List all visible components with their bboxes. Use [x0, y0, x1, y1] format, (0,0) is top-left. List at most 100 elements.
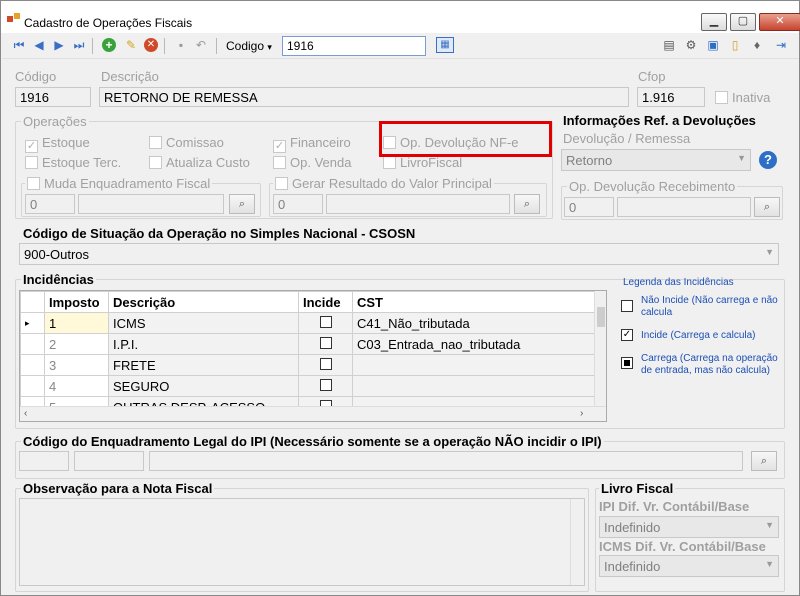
incide-cell[interactable]: [298, 333, 353, 355]
devolucao-remessa-select[interactable]: Retorno ▼: [561, 149, 751, 171]
tools-icon[interactable]: ⚙: [684, 38, 698, 52]
table-row[interactable]: 4 SEGURO: [20, 375, 595, 397]
save-icon[interactable]: ▪: [174, 38, 188, 52]
minimize-button[interactable]: ▁: [701, 13, 727, 31]
prev-record-icon[interactable]: ◀: [32, 38, 46, 52]
report-icon[interactable]: ▯: [728, 38, 742, 52]
toolbar-separator: [164, 38, 165, 54]
security-icon[interactable]: ♦: [750, 38, 764, 52]
edit-icon[interactable]: ✎: [124, 38, 138, 52]
cst-cell[interactable]: [352, 375, 595, 397]
print-icon[interactable]: ▤: [662, 38, 676, 52]
cfop-field[interactable]: 1.916: [637, 87, 705, 107]
imposto-cell[interactable]: 2: [44, 333, 109, 355]
gerar-resultado-code[interactable]: 0: [273, 194, 323, 214]
codigo-field[interactable]: 1916: [15, 87, 91, 107]
first-record-icon[interactable]: ⏮: [12, 38, 26, 52]
ipi-desc-field[interactable]: [149, 451, 743, 471]
nao-incide-swatch: [621, 300, 633, 312]
ipi-pick-button[interactable]: ⌕: [751, 451, 777, 471]
descricao-field[interactable]: RETORNO DE REMESSA: [99, 87, 629, 107]
row-selector[interactable]: [20, 375, 45, 397]
observacao-scrollbar[interactable]: [570, 499, 584, 585]
csosn-select[interactable]: 900-Outros ▼: [19, 243, 779, 265]
incide-checkbox[interactable]: [319, 357, 332, 370]
atualiza-custo-checkbox[interactable]: Atualiza Custo: [149, 155, 250, 170]
maximize-button[interactable]: ▢: [730, 13, 756, 31]
muda-enquadramento-pick-button[interactable]: ⌕: [229, 194, 255, 214]
cfop-label: Cfop: [638, 69, 666, 84]
icms-dif-select[interactable]: Indefinido ▼: [599, 555, 779, 577]
gerar-resultado-checkbox[interactable]: Gerar Resultado do Valor Principal: [273, 176, 494, 191]
inativa-checkbox[interactable]: Inativa: [715, 90, 770, 105]
vertical-scroll-thumb[interactable]: [597, 307, 605, 327]
undo-icon[interactable]: ↶: [194, 38, 208, 52]
highlight-box: [379, 121, 552, 157]
toolbar: ⏮ ◀ ▶ ⏭ + ✎ ✕ ▪ ↶ Codigo ▾ 1916 ▦ ▤ ⚙ ▣ …: [2, 34, 799, 59]
next-record-icon[interactable]: ▶: [52, 38, 66, 52]
row-selector[interactable]: ▸: [20, 312, 45, 334]
ipi-dif-label: IPI Dif. Vr. Contábil/Base: [599, 499, 750, 514]
ipi-code-field[interactable]: [19, 451, 69, 471]
estoque-terc-checkbox[interactable]: Estoque Terc.: [25, 155, 121, 170]
horizontal-scrollbar[interactable]: ‹ ›: [20, 406, 606, 421]
incide-checkbox[interactable]: [319, 336, 332, 349]
ipi-group-field[interactable]: [74, 451, 144, 471]
help-icon[interactable]: ?: [759, 151, 777, 169]
ipi-dif-select[interactable]: Indefinido ▼: [599, 516, 779, 538]
search-grid-icon[interactable]: ▦: [436, 37, 454, 53]
export-icon[interactable]: ▣: [706, 38, 720, 52]
incide-checkbox[interactable]: [319, 378, 332, 391]
table-row[interactable]: 3 FRETE: [20, 354, 595, 376]
row-selector[interactable]: [20, 354, 45, 376]
recebimento-pick-button[interactable]: ⌕: [754, 197, 780, 217]
codigo-selector-label[interactable]: Codigo ▾: [226, 39, 272, 53]
imposto-cell[interactable]: 1: [44, 312, 109, 334]
column-header[interactable]: Descrição: [108, 291, 299, 313]
op-venda-checkbox[interactable]: Op. Venda: [273, 155, 351, 170]
vertical-scrollbar[interactable]: [594, 291, 606, 406]
codigo-search-input[interactable]: 1916: [282, 36, 426, 56]
table-row[interactable]: ▸ 1 ICMS C41_Não_tributada: [20, 312, 595, 334]
observacao-textarea[interactable]: [19, 498, 585, 586]
recebimento-code[interactable]: 0: [564, 197, 614, 217]
comissao-checkbox[interactable]: Comissao: [149, 135, 224, 150]
muda-enquadramento-checkbox[interactable]: Muda Enquadramento Fiscal: [25, 176, 213, 191]
recebimento-desc[interactable]: [617, 197, 751, 217]
icms-dif-label: ICMS Dif. Vr. Contábil/Base: [599, 539, 766, 554]
toolbar-separator: [216, 38, 217, 54]
close-button[interactable]: ✕: [759, 13, 800, 31]
incide-cell[interactable]: [298, 312, 353, 334]
estoque-checkbox[interactable]: ✓ Estoque: [25, 135, 90, 153]
cst-cell[interactable]: C41_Não_tributada: [352, 312, 595, 334]
grid-header-row: Imposto Descrição Incide CST: [20, 291, 595, 313]
incide-cell[interactable]: [298, 354, 353, 376]
column-header[interactable]: Imposto: [44, 291, 109, 313]
muda-enquadramento-desc[interactable]: [78, 194, 224, 214]
scroll-right-icon[interactable]: ›: [580, 408, 583, 419]
cst-cell[interactable]: C03_Entrada_nao_tributada: [352, 333, 595, 355]
exit-icon[interactable]: ⇥: [774, 38, 788, 52]
table-row[interactable]: 2 I.P.I. C03_Entrada_nao_tributada: [20, 333, 595, 355]
add-icon[interactable]: +: [102, 38, 116, 52]
delete-icon[interactable]: ✕: [144, 38, 158, 52]
incide-cell[interactable]: [298, 375, 353, 397]
main-window: Cadastro de Operações Fiscais ▁ ▢ ✕ ⏮ ◀ …: [0, 0, 800, 596]
descricao-cell: SEGURO: [108, 375, 299, 397]
last-record-icon[interactable]: ⏭: [72, 38, 86, 52]
gerar-resultado-pick-button[interactable]: ⌕: [514, 194, 540, 214]
row-selector[interactable]: [20, 333, 45, 355]
livro-fiscal-checkbox[interactable]: LivroFiscal: [383, 155, 462, 170]
column-header[interactable]: Incide: [298, 291, 353, 313]
imposto-cell[interactable]: 4: [44, 375, 109, 397]
scroll-left-icon[interactable]: ‹: [24, 408, 27, 419]
incide-checkbox[interactable]: [319, 315, 332, 328]
financeiro-checkbox[interactable]: ✓ Financeiro: [273, 135, 351, 153]
cst-cell[interactable]: [352, 354, 595, 376]
gerar-resultado-desc[interactable]: [326, 194, 510, 214]
imposto-cell[interactable]: 3: [44, 354, 109, 376]
operacoes-title: Operações: [21, 114, 89, 129]
column-header[interactable]: CST: [352, 291, 595, 313]
muda-enquadramento-code[interactable]: 0: [25, 194, 75, 214]
row-selector-header: [20, 291, 45, 313]
